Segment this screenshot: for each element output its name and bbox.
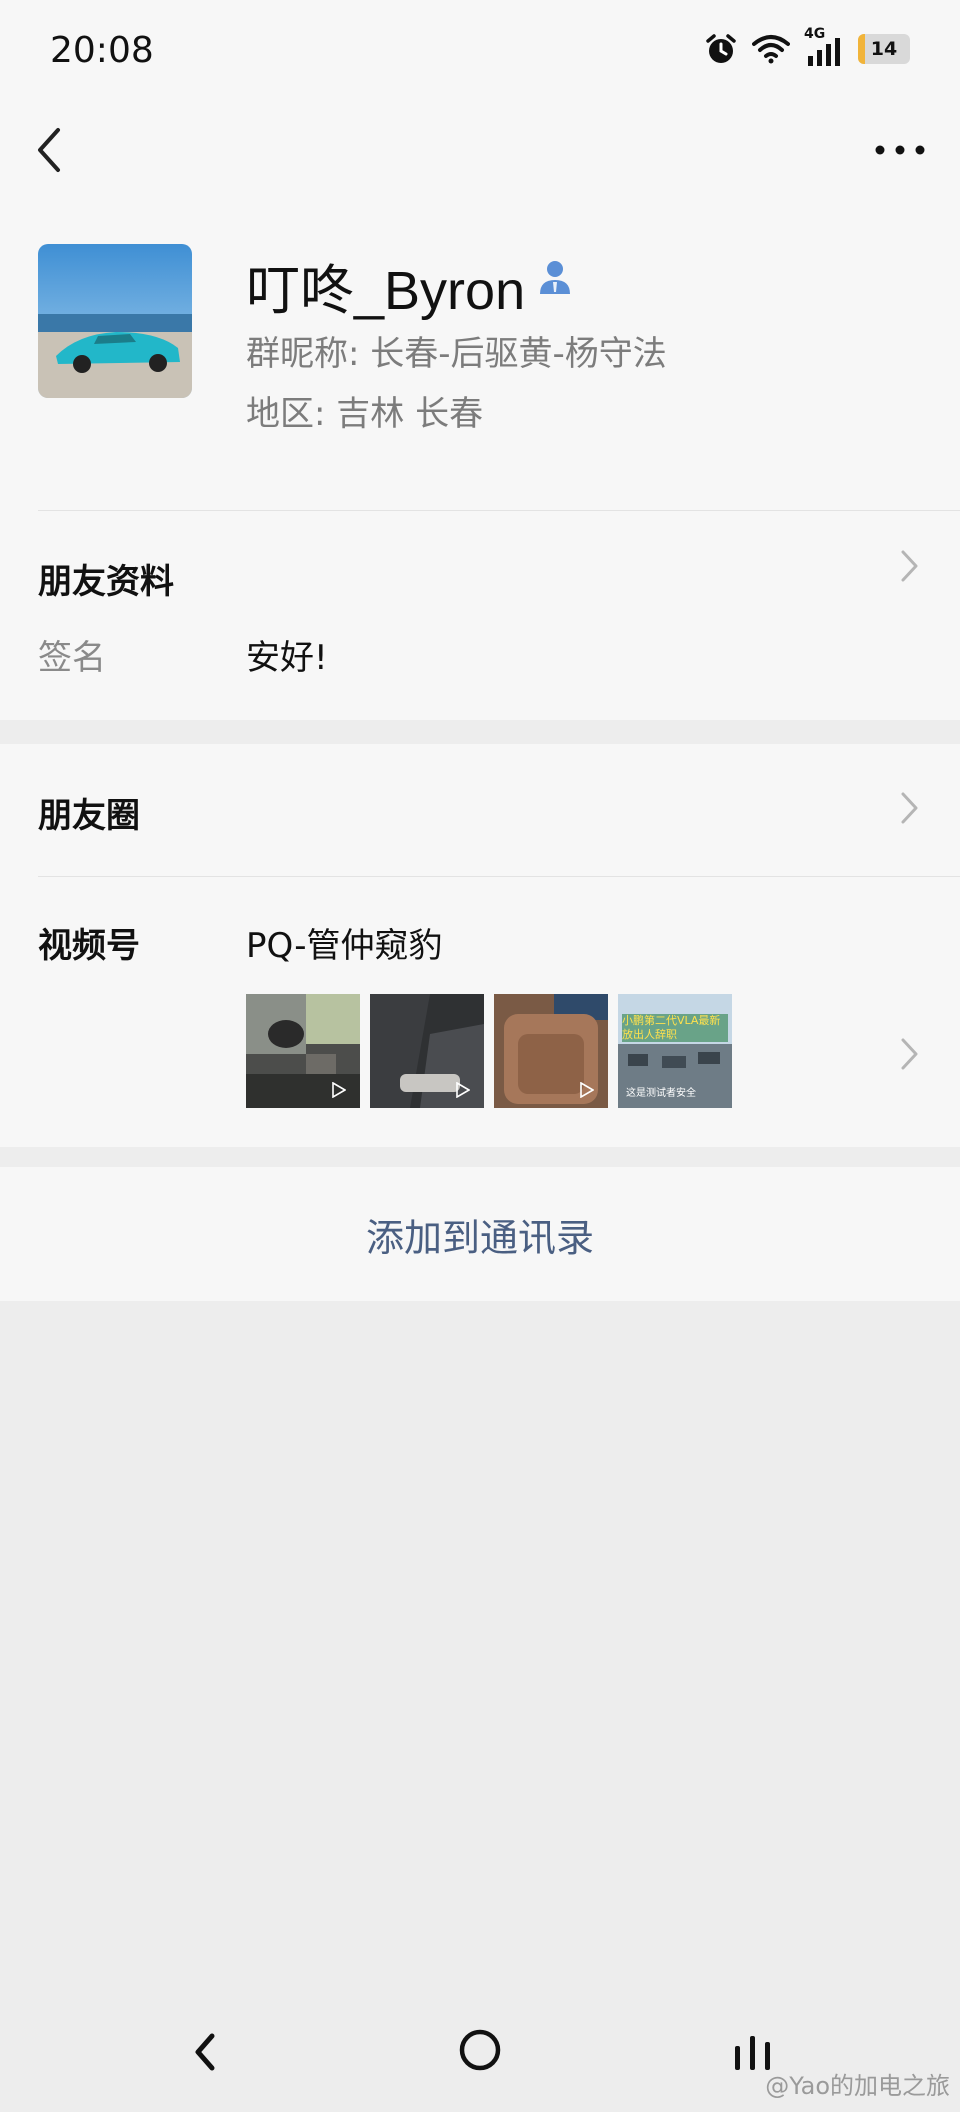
moments-label[interactable]: 朋友圈 bbox=[38, 788, 140, 837]
region: 地区: 吉林 长春 bbox=[246, 394, 484, 434]
battery-level: 14 bbox=[870, 38, 898, 60]
wifi-icon bbox=[752, 35, 790, 64]
channels-label[interactable]: 视频号 bbox=[38, 918, 140, 967]
social-section: 朋友圈 视频号 PQ-管仲窥豹 小鹏第二代VLA最新 放出人辞职 这是测试者安全 bbox=[0, 744, 960, 1147]
channels-thumbnails: 小鹏第二代VLA最新 放出人辞职 这是测试者安全 bbox=[246, 994, 732, 1108]
signature-value: 安好! bbox=[246, 638, 328, 678]
play-icon bbox=[332, 1082, 346, 1098]
thumbnail-title: 小鹏第二代VLA最新 放出人辞职 bbox=[622, 1014, 728, 1042]
play-icon bbox=[580, 1082, 594, 1098]
play-icon bbox=[456, 1082, 470, 1098]
person-icon bbox=[540, 261, 570, 294]
video-thumbnail[interactable]: 小鹏第二代VLA最新 放出人辞职 这是测试者安全 bbox=[618, 994, 732, 1108]
status-bar: 20:08 4G 14 bbox=[0, 0, 960, 100]
signature-label: 签名 bbox=[38, 638, 106, 678]
chevron-right-icon[interactable] bbox=[898, 546, 922, 586]
more-button[interactable] bbox=[870, 130, 930, 170]
status-icons: 4G 14 bbox=[704, 26, 910, 66]
more-dots-icon bbox=[875, 145, 925, 155]
chevron-right-icon[interactable] bbox=[898, 1034, 922, 1074]
top-nav bbox=[0, 100, 960, 200]
channels-name[interactable]: PQ-管仲窥豹 bbox=[246, 918, 442, 967]
profile-section: 叮咚_Byron 群昵称: 长春-后驱黄-杨守法 地区: 吉林 长春 朋友资料 … bbox=[0, 200, 960, 720]
add-contact-button[interactable]: 添加到通讯录 bbox=[0, 1167, 960, 1301]
friend-info-title[interactable]: 朋友资料 bbox=[38, 554, 174, 603]
video-thumbnail[interactable] bbox=[494, 994, 608, 1108]
add-contact-label: 添加到通讯录 bbox=[365, 1215, 594, 1260]
avatar[interactable] bbox=[38, 244, 192, 398]
alarm-icon bbox=[706, 34, 736, 63]
display-name: 叮咚_Byron bbox=[246, 261, 526, 321]
chevron-left-icon bbox=[38, 128, 60, 172]
divider bbox=[38, 510, 960, 511]
cellular-signal-icon: 4G bbox=[804, 26, 844, 66]
thumbnail-caption: 这是测试者安全 bbox=[626, 1088, 696, 1099]
watermark: @Yao的加电之旅 bbox=[765, 2072, 950, 2100]
group-nickname: 群昵称: 长春-后驱黄-杨守法 bbox=[246, 334, 667, 374]
nav-home-icon[interactable] bbox=[458, 2028, 502, 2072]
status-time: 20:08 bbox=[50, 30, 154, 71]
nav-back-icon[interactable] bbox=[188, 2030, 222, 2074]
chevron-right-icon[interactable] bbox=[898, 788, 922, 828]
video-thumbnail[interactable] bbox=[246, 994, 360, 1108]
battery-icon: 14 bbox=[858, 34, 910, 64]
divider bbox=[38, 876, 960, 877]
back-button[interactable] bbox=[26, 122, 76, 178]
video-thumbnail[interactable] bbox=[370, 994, 484, 1108]
